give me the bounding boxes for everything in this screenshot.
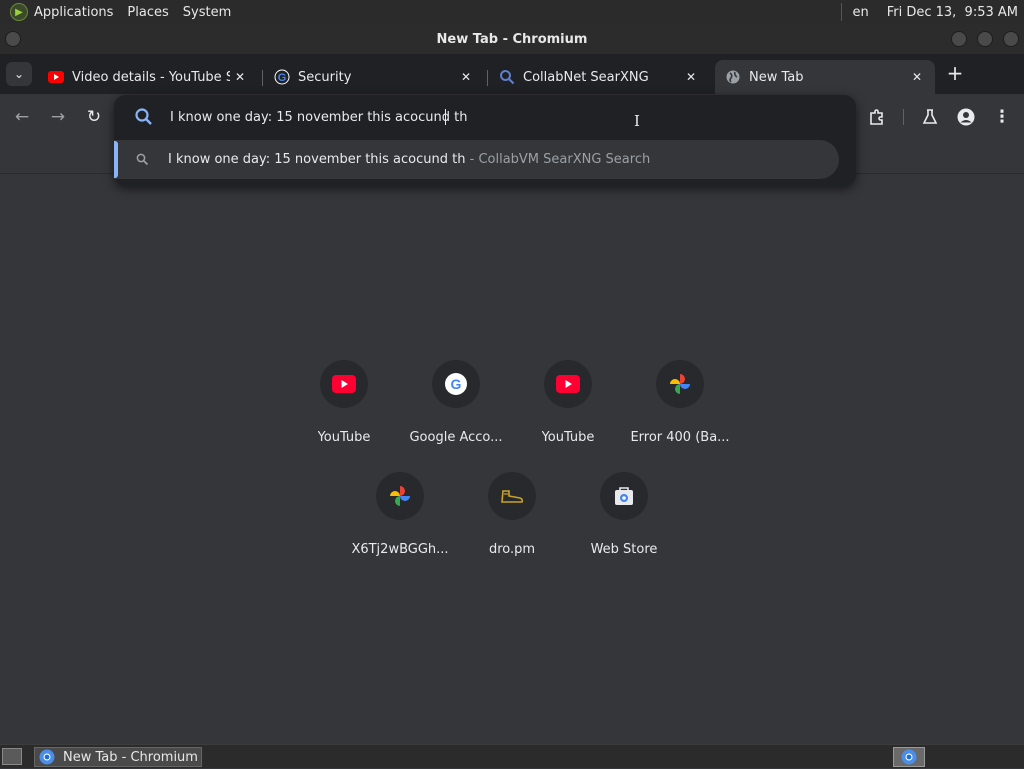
shortcut-label: X6Tj2wBGGh... [351, 542, 449, 557]
tab-close-icon[interactable]: ✕ [230, 70, 250, 84]
tab-security[interactable]: G Security ✕ [264, 60, 484, 94]
tab-title: Security [298, 69, 352, 85]
chromium-icon [901, 749, 917, 765]
tab-strip: Video details - YouTube Studio ✕ G Secur… [0, 54, 1024, 94]
keyboard-layout-indicator[interactable]: en [852, 5, 868, 20]
tab-search-button[interactable]: ⌄ [6, 62, 32, 86]
flask-icon [922, 109, 938, 124]
search-icon [499, 69, 515, 85]
taskbar-window-title: New Tab - Chromium [63, 749, 198, 765]
tab-close-icon[interactable]: ✕ [456, 70, 476, 84]
shortcut-label: Google Acco... [409, 430, 503, 445]
show-desktop-button[interactable] [2, 748, 22, 765]
mouse-cursor-ibeam: I [634, 112, 640, 130]
youtube-icon [544, 360, 592, 408]
shoe-icon [488, 472, 536, 520]
system-menu[interactable]: System [183, 5, 231, 20]
tray-chromium-button[interactable] [893, 747, 925, 767]
shortcut-tile[interactable]: YouTube [512, 358, 624, 458]
distro-logo-icon[interactable]: ▶ [10, 3, 28, 21]
new-tab-button[interactable]: + [944, 61, 966, 85]
search-icon [134, 107, 154, 127]
window-title: New Tab - Chromium [436, 31, 588, 47]
google-icon: G [274, 69, 290, 85]
address-bar-input[interactable] [170, 105, 770, 129]
back-button[interactable]: ← [10, 105, 34, 129]
shortcut-label: dro.pm [488, 542, 536, 557]
extensions-button[interactable] [865, 105, 889, 129]
youtube-icon [320, 360, 368, 408]
svg-text:G: G [278, 72, 287, 84]
forward-button[interactable]: → [46, 105, 70, 129]
labs-button[interactable] [918, 105, 942, 129]
panel-separator [841, 3, 843, 21]
suggestion-text: I know one day: 15 november this acocund… [168, 152, 466, 167]
puzzle-icon [870, 109, 883, 125]
taskbar-window-button[interactable]: New Tab - Chromium [34, 747, 202, 767]
panel-menus: ▶ Applications Places System [0, 3, 245, 21]
minimize-button[interactable] [951, 31, 967, 47]
text-caret [445, 109, 446, 125]
profile-avatar-icon [957, 108, 975, 126]
youtube-icon [48, 69, 64, 85]
window-menu-button[interactable] [5, 31, 21, 47]
suggestion-source: - CollabVM SearXNG Search [465, 152, 651, 167]
reload-button[interactable]: ↻ [82, 105, 106, 129]
svg-text:G: G [451, 376, 462, 392]
chromium-icon [39, 749, 55, 765]
globe-icon [725, 69, 741, 85]
window-titlebar[interactable]: New Tab - Chromium [0, 24, 1024, 54]
shortcut-label: YouTube [541, 430, 595, 445]
shortcut-label: Web Store [590, 542, 658, 557]
shortcut-tile[interactable]: X6Tj2wBGGh... [344, 470, 456, 570]
maximize-button[interactable] [977, 31, 993, 47]
profile-button[interactable] [954, 105, 978, 129]
shortcut-tile[interactable]: G Google Acco... [400, 358, 512, 458]
top-panel: ▶ Applications Places System en Fri Dec … [0, 0, 1024, 24]
close-window-button[interactable] [1003, 31, 1019, 47]
search-icon [136, 153, 152, 166]
selection-indicator [114, 141, 118, 178]
shortcut-tile[interactable]: Error 400 (Ba... [624, 358, 736, 458]
omnibox-popup: I I know one day: 15 november this acocu… [114, 95, 856, 186]
toolbar-separator [903, 109, 904, 125]
tab-close-icon[interactable]: ✕ [681, 70, 701, 84]
places-menu[interactable]: Places [127, 5, 168, 20]
tab-title: New Tab [749, 69, 804, 85]
tab-title: Video details - YouTube Studio [72, 69, 230, 85]
bottom-taskbar: New Tab - Chromium [0, 744, 1024, 768]
shortcut-tile[interactable]: dro.pm [456, 470, 568, 570]
tab-close-icon[interactable]: ✕ [907, 70, 927, 84]
clock[interactable]: Fri Dec 13, 9:53 AM [887, 5, 1018, 20]
google-icon: G [432, 360, 480, 408]
photos-icon [656, 360, 704, 408]
web-store-icon [600, 472, 648, 520]
photos-icon [376, 472, 424, 520]
shortcut-tile[interactable]: Web Store [568, 470, 680, 570]
shortcut-label: YouTube [317, 430, 371, 445]
shortcut-label: Error 400 (Ba... [630, 430, 730, 445]
tab-separator [487, 70, 488, 86]
tab-separator [262, 70, 263, 86]
applications-menu[interactable]: Applications [34, 5, 113, 20]
tab-title: CollabNet SearXNG [523, 69, 649, 85]
tab-new-tab[interactable]: New Tab ✕ [715, 60, 935, 94]
tab-youtube-studio[interactable]: Video details - YouTube Studio ✕ [38, 60, 258, 94]
omnibox-suggestion[interactable]: I know one day: 15 november this acocund… [114, 140, 839, 179]
tab-searxng[interactable]: CollabNet SearXNG ✕ [489, 60, 709, 94]
panel-status: en Fri Dec 13, 9:53 AM [841, 3, 1024, 21]
chrome-menu-button[interactable]: ⋮ [990, 105, 1014, 129]
shortcut-tile[interactable]: YouTube [288, 358, 400, 458]
